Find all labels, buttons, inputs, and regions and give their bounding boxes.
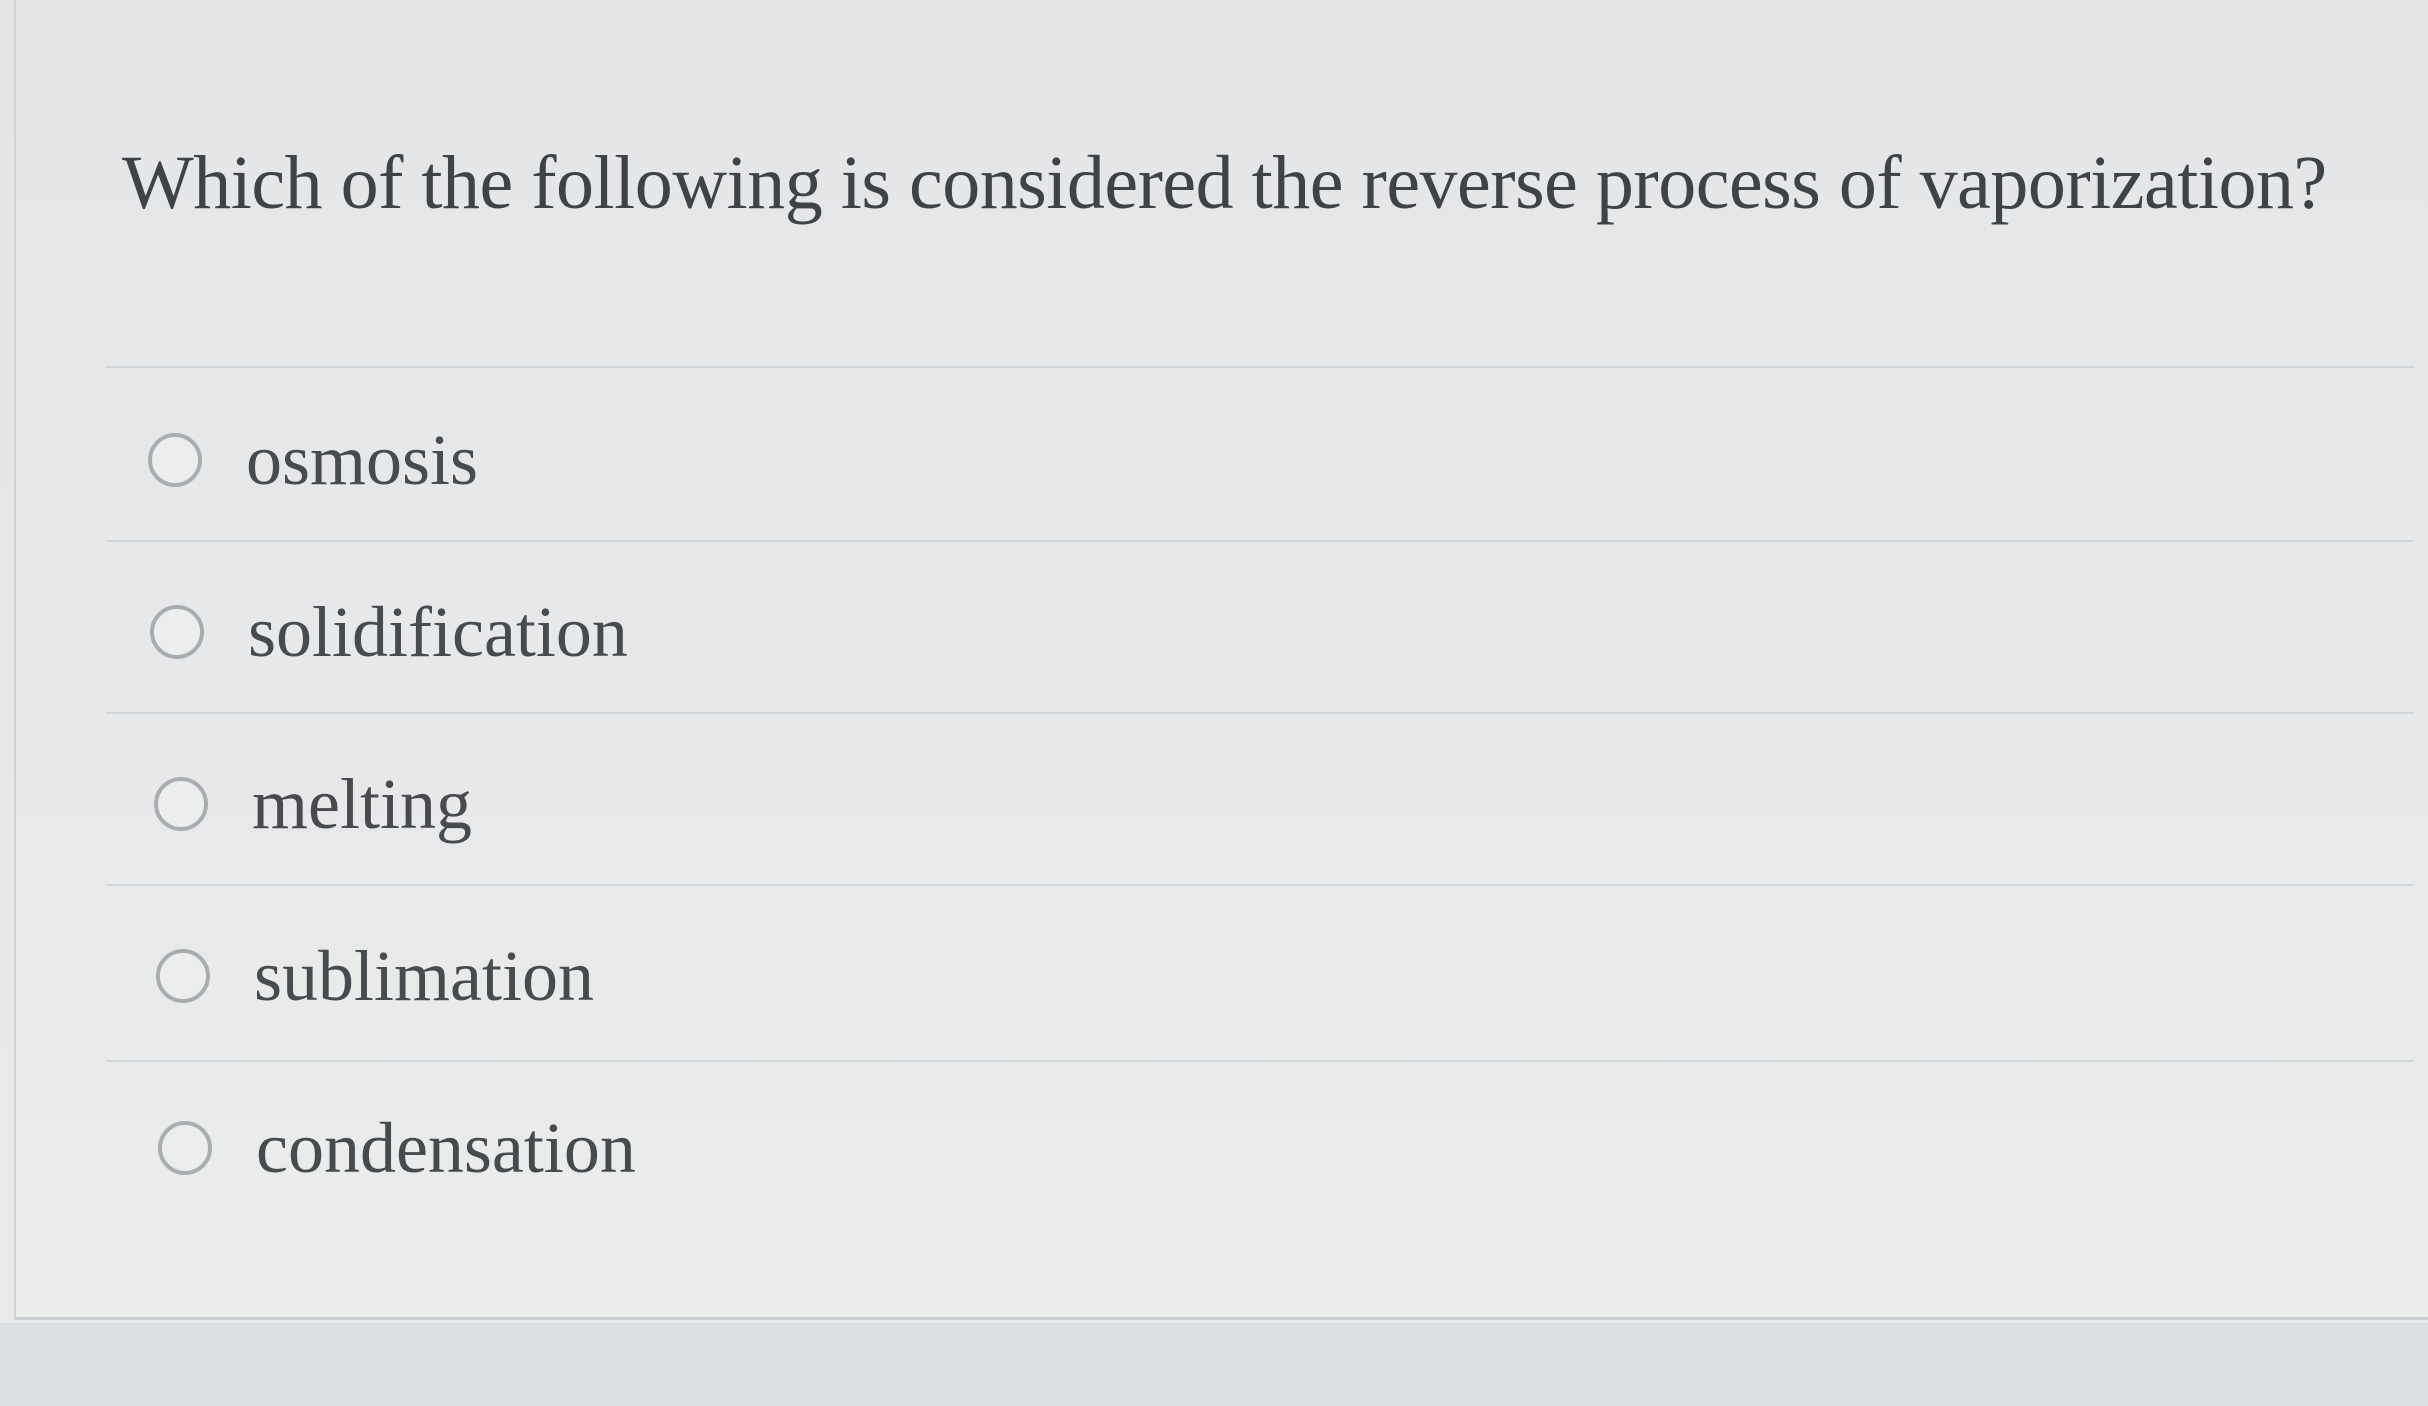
radio-button[interactable] [158, 1121, 212, 1175]
option-osmosis[interactable]: osmosis [148, 410, 478, 510]
radio-button[interactable] [148, 433, 202, 487]
divider [106, 366, 2414, 368]
option-condensation[interactable]: condensation [158, 1098, 636, 1198]
radio-button[interactable] [150, 605, 204, 659]
option-label: condensation [256, 1107, 636, 1188]
option-melting[interactable]: melting [154, 754, 472, 854]
option-label: melting [252, 763, 472, 844]
option-label: osmosis [246, 419, 479, 500]
divider [106, 884, 2414, 886]
divider [106, 1060, 2414, 1062]
option-label: solidification [248, 591, 628, 672]
radio-button[interactable] [156, 949, 210, 1003]
radio-button[interactable] [154, 777, 208, 831]
option-label: sublimation [254, 935, 594, 1016]
option-sublimation[interactable]: sublimation [156, 926, 594, 1026]
divider [106, 712, 2414, 714]
page-background [0, 1323, 2428, 1406]
divider [106, 540, 2414, 542]
option-solidification[interactable]: solidification [150, 582, 628, 682]
quiz-screen: Which of the following is considered the… [0, 0, 2428, 1406]
question-text: Which of the following is considered the… [122, 141, 2327, 225]
